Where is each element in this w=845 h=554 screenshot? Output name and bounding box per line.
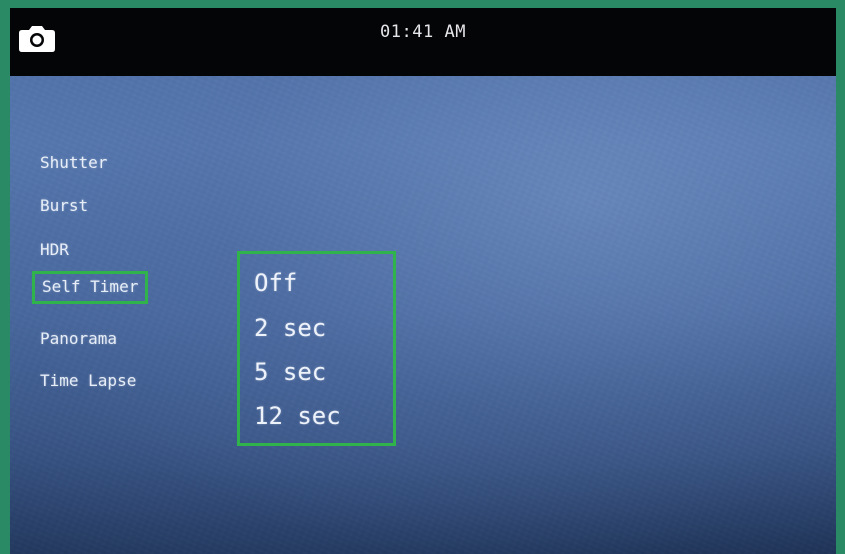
clock-time: 01:41 AM [380,22,466,42]
menu-item-self-timer[interactable]: Self Timer [32,271,149,304]
menu-item-shutter[interactable]: Shutter [40,153,107,172]
self-timer-options: Off 2 sec 5 sec 12 sec [237,251,396,446]
menu-item-hdr[interactable]: HDR [40,240,69,259]
menu-item-burst[interactable]: Burst [40,196,88,215]
device-frame: 01:41 AM Shutter Burst HDR Self Timer Pa… [0,0,845,554]
option-5-sec[interactable]: 5 sec [254,358,326,386]
camera-screen: 01:41 AM Shutter Burst HDR Self Timer Pa… [10,8,836,554]
option-off[interactable]: Off [254,269,297,297]
menu-item-time-lapse[interactable]: Time Lapse [40,371,136,390]
menu-item-panorama[interactable]: Panorama [40,329,117,348]
option-2-sec[interactable]: 2 sec [254,314,326,342]
status-bar: 01:41 AM [10,8,836,76]
option-12-sec[interactable]: 12 sec [254,402,341,430]
